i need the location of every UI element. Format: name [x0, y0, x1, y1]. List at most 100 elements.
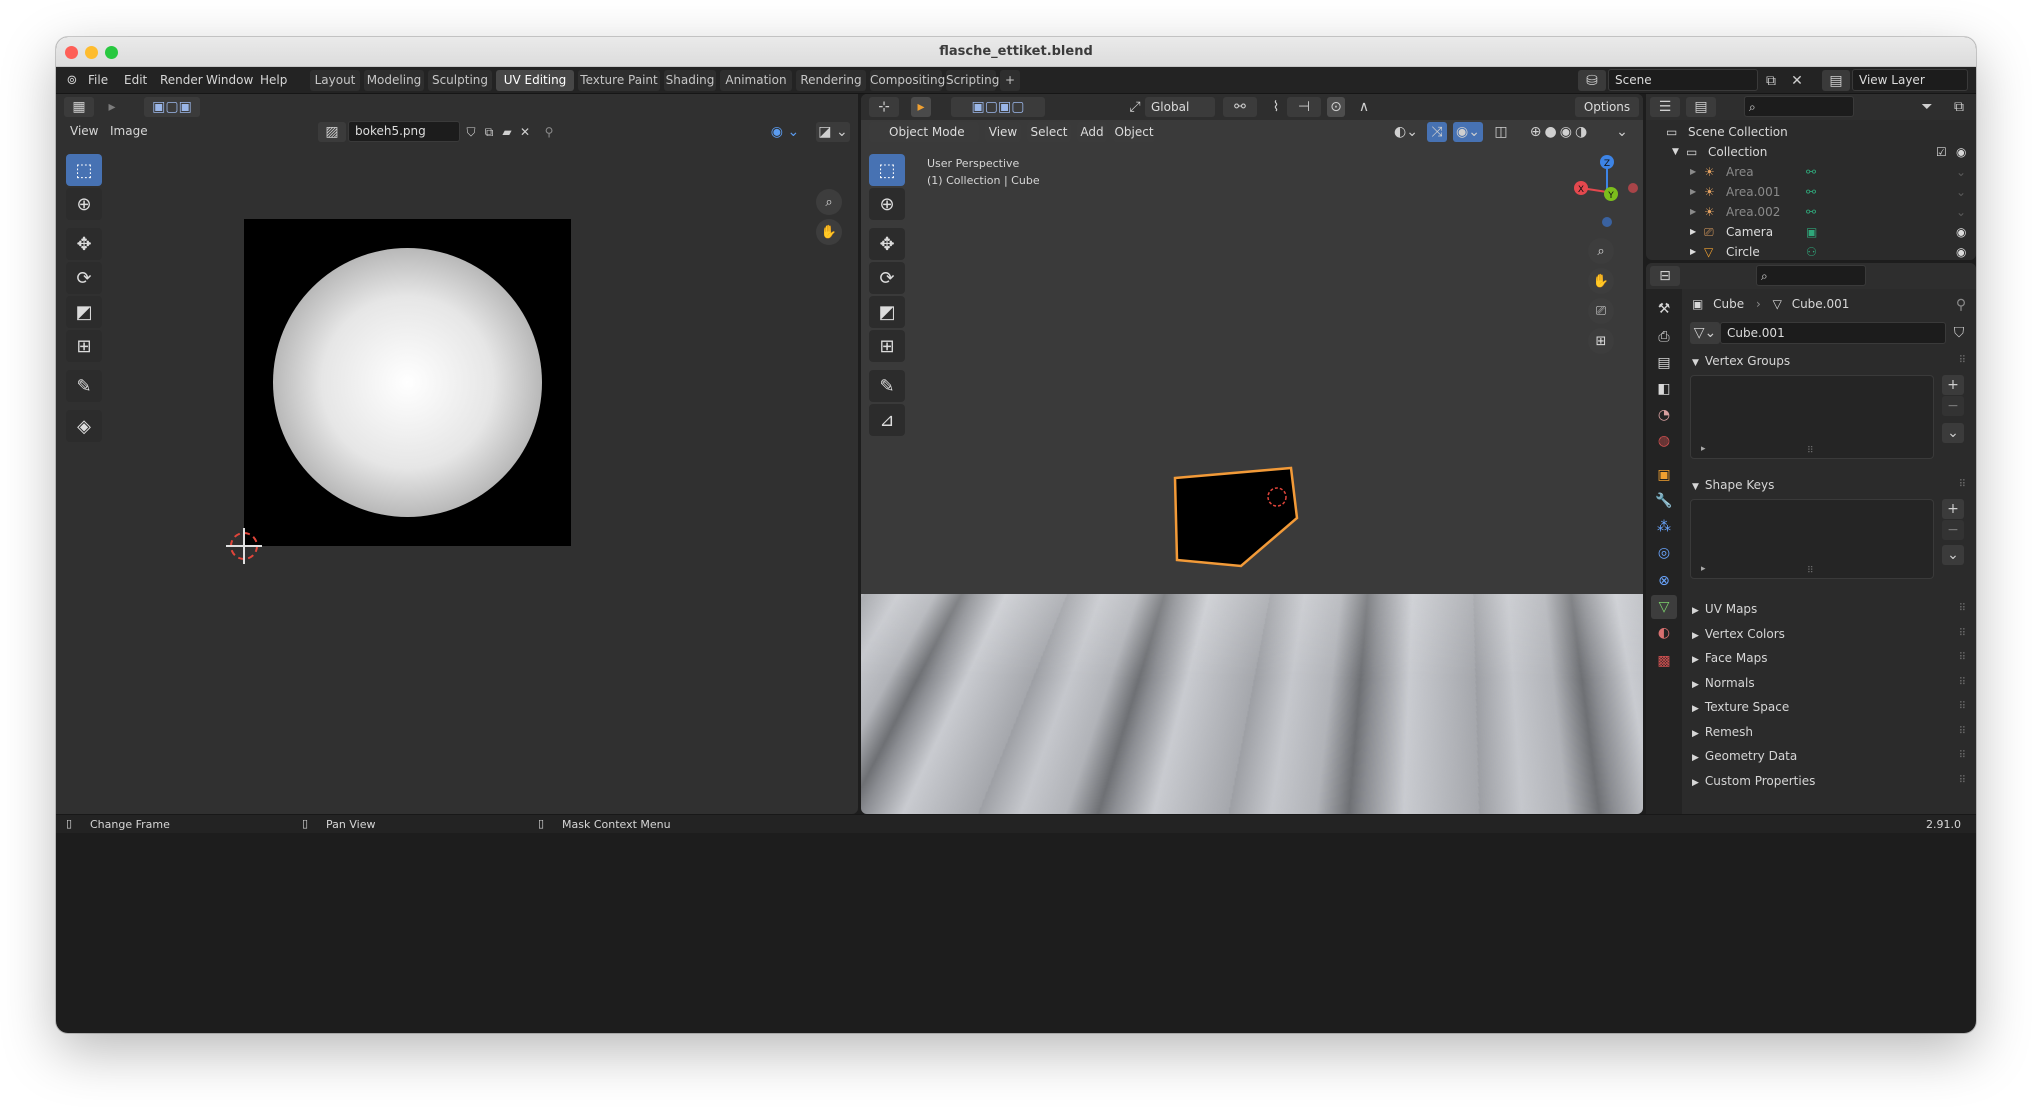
gizmo-neg-x[interactable]: [1628, 183, 1638, 193]
tab-modeling[interactable]: Modeling: [364, 70, 424, 91]
outliner-search[interactable]: ⌕: [1744, 96, 1854, 117]
outliner-item[interactable]: ▶ ▽ Circle ⚇ ◉: [1646, 242, 1976, 260]
display-channels-icon[interactable]: ◪ ⌄: [816, 122, 850, 142]
snap-icon[interactable]: ⌇: [1265, 97, 1287, 117]
navigation-gizmo[interactable]: Z X Y: [1569, 152, 1643, 232]
new-collection-icon[interactable]: ⧉: [1948, 97, 1970, 117]
drag-handle-icon[interactable]: ⠿: [1959, 750, 1966, 761]
move-tool[interactable]: ✥: [66, 228, 102, 260]
proportional-edit-icon[interactable]: ⊙: [1327, 97, 1345, 117]
menu-render[interactable]: Render: [160, 73, 203, 87]
pin-icon[interactable]: ⚲: [1952, 296, 1970, 314]
blender-logo-icon[interactable]: ⊚: [64, 72, 80, 88]
hidden-icon[interactable]: ⌄: [1956, 162, 1966, 182]
view-layer-icon[interactable]: ▤: [1822, 70, 1850, 91]
duplicate-image-icon[interactable]: ⧉: [480, 122, 498, 142]
zoom-icon[interactable]: ⌕: [1588, 238, 1614, 264]
annotate-tool[interactable]: ✎: [66, 370, 102, 402]
scene-icon[interactable]: ⛁: [1578, 70, 1606, 91]
rip-tool[interactable]: ◈: [66, 410, 102, 442]
hidden-icon[interactable]: ⌄: [1956, 182, 1966, 202]
modifier-tab-icon[interactable]: 🔧: [1651, 489, 1677, 513]
eye-icon[interactable]: ◉: [1956, 142, 1966, 162]
scene-tab-icon[interactable]: ◔: [1651, 403, 1677, 427]
material-tab-icon[interactable]: ◐: [1651, 621, 1677, 645]
move-tool[interactable]: ✥: [869, 228, 905, 260]
uv-menu-image[interactable]: Image: [110, 124, 148, 138]
vertex-groups-panel-header[interactable]: ▼ Vertex Groups ⠿: [1682, 351, 1976, 371]
vertex-group-specials-button[interactable]: ⌄: [1942, 423, 1964, 443]
unlink-image-icon[interactable]: ✕: [516, 122, 534, 142]
orientation-dropdown[interactable]: Global: [1145, 97, 1215, 117]
drag-handle-icon[interactable]: ⠿: [1959, 628, 1966, 639]
expand-icon[interactable]: ▶: [1690, 202, 1696, 222]
view-layer-tab-icon[interactable]: ◧: [1651, 377, 1677, 401]
tab-scripting[interactable]: Scripting: [946, 70, 999, 91]
measure-tool[interactable]: ⊿: [869, 404, 905, 436]
new-scene-icon[interactable]: ⧉: [1760, 70, 1782, 91]
select-tool[interactable]: ⬚: [66, 154, 102, 186]
3d-viewport[interactable]: ⊹ ▸ ▣▢▣▢ ⤢ Global ⚯ ⌇ ⊣ ⊙ ∧ Options Obje…: [861, 94, 1643, 814]
tab-uv-editing[interactable]: UV Editing: [496, 70, 574, 91]
image-canvas[interactable]: [244, 219, 571, 546]
rotate-tool[interactable]: ⟳: [66, 262, 102, 294]
image-name-field[interactable]: bokeh5.png: [348, 121, 460, 142]
expand-icon[interactable]: ▶: [1690, 222, 1696, 242]
open-image-icon[interactable]: ▰: [498, 122, 516, 142]
shape-keys-panel-header[interactable]: ▼ Shape Keys ⠿: [1682, 475, 1976, 495]
grid-icon[interactable]: ⊞: [1588, 328, 1614, 354]
panel-remesh[interactable]: ▶ Remesh ⠿: [1682, 722, 1976, 742]
panel-normals[interactable]: ▶ Normals ⠿: [1682, 673, 1976, 693]
add-shape-key-button[interactable]: +: [1942, 499, 1964, 519]
remove-vertex-group-button[interactable]: −: [1942, 396, 1964, 416]
panel-texture-space[interactable]: ▶ Texture Space ⠿: [1682, 697, 1976, 717]
expand-icon[interactable]: ▶: [1690, 162, 1696, 182]
menu-file[interactable]: File: [88, 73, 108, 87]
outliner-collection[interactable]: ▼ ▭ Collection ☑ ◉: [1646, 142, 1976, 162]
select-mode-icon[interactable]: ▸: [102, 97, 122, 117]
add-workspace-button[interactable]: +: [1000, 70, 1020, 91]
viewport-menu-select[interactable]: Select: [1027, 122, 1071, 142]
world-tab-icon[interactable]: ◍: [1651, 429, 1677, 453]
rotate-tool[interactable]: ⟳: [869, 262, 905, 294]
viewport-menu-object[interactable]: Object: [1113, 122, 1155, 142]
mesh-browse-icon[interactable]: ▽⌄: [1690, 322, 1720, 344]
checkbox-icon[interactable]: ☑: [1936, 142, 1947, 162]
properties-search[interactable]: ⌕: [1756, 265, 1866, 286]
tool-tab-icon[interactable]: ⚒: [1651, 297, 1677, 321]
outliner-type-icon[interactable]: ☰: [1650, 97, 1680, 117]
xray-icon[interactable]: ◫: [1491, 122, 1511, 142]
menu-edit[interactable]: Edit: [124, 73, 147, 87]
filter-icon[interactable]: ⏷: [1912, 97, 1942, 117]
panel-face-maps[interactable]: ▶ Face Maps ⠿: [1682, 648, 1976, 668]
cursor-tool[interactable]: ⊕: [869, 188, 905, 220]
properties-type-icon[interactable]: ⊟: [1650, 266, 1680, 286]
overlay-icon[interactable]: ◉⌄: [1453, 122, 1483, 142]
remove-scene-icon[interactable]: ✕: [1786, 70, 1808, 91]
image-browse-icon[interactable]: ▨: [318, 122, 346, 142]
tab-texture-paint[interactable]: Texture Paint: [578, 70, 660, 91]
pin-icon[interactable]: ⚲: [540, 122, 558, 142]
outliner-item[interactable]: ▶ ☀ Area ⚯ ⌄: [1646, 162, 1976, 182]
eye-icon[interactable]: ◉: [1956, 222, 1966, 242]
viewport-menu-view[interactable]: View: [985, 122, 1021, 142]
hand-icon[interactable]: ✋: [1588, 268, 1614, 294]
transform-tool[interactable]: ⊞: [869, 330, 905, 362]
cursor-tool[interactable]: ⊕: [66, 188, 102, 220]
drag-handle-icon[interactable]: ⠿: [1959, 603, 1966, 614]
visibility-icon[interactable]: ◐⌄: [1391, 122, 1421, 142]
mesh-data-tab-icon[interactable]: ▽: [1651, 595, 1677, 619]
drag-handle-icon[interactable]: ⠿: [1959, 652, 1966, 663]
tab-sculpting[interactable]: Sculpting: [428, 70, 492, 91]
particles-tab-icon[interactable]: ⁂: [1651, 515, 1677, 539]
view-layer-field[interactable]: View Layer: [1852, 69, 1968, 91]
texture-tab-icon[interactable]: ▩: [1651, 649, 1677, 673]
menu-window[interactable]: Window: [206, 73, 253, 87]
object-tab-icon[interactable]: ▣: [1651, 463, 1677, 487]
physics-tab-icon[interactable]: ◎: [1651, 541, 1677, 565]
shading-options-icon[interactable]: ⌄: [1611, 122, 1633, 142]
hidden-icon[interactable]: ⌄: [1956, 202, 1966, 222]
drag-handle-icon[interactable]: ⠿: [1959, 726, 1966, 737]
tab-rendering[interactable]: Rendering: [796, 70, 866, 91]
add-vertex-group-button[interactable]: +: [1942, 375, 1964, 395]
